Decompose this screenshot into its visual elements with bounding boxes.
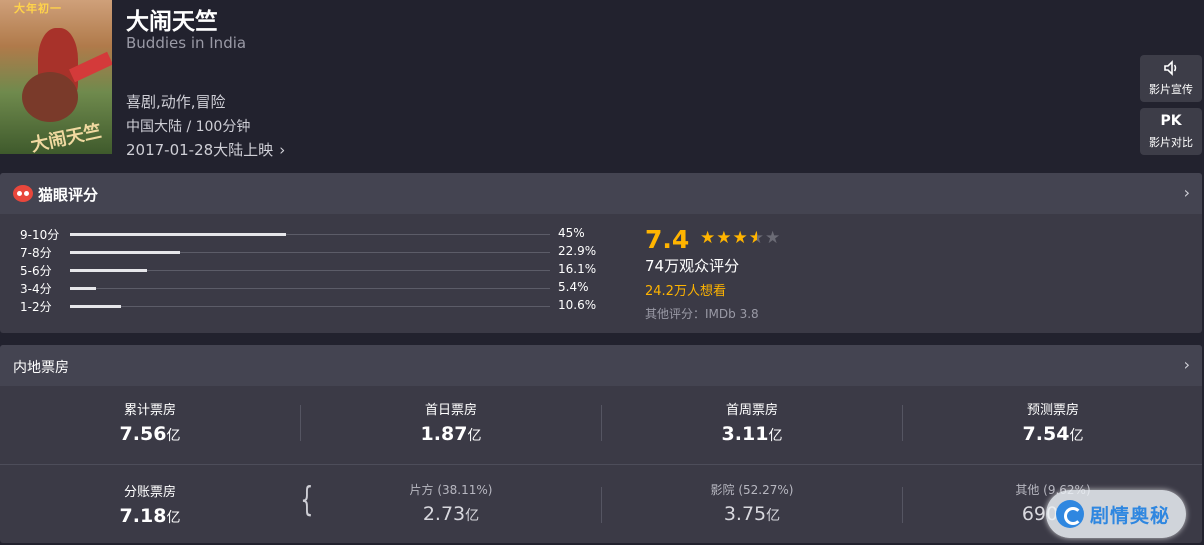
rating-distribution-row: 1-2分 10.6% <box>20 298 620 316</box>
rating-bar-fill <box>70 305 121 308</box>
box-office-panel: 内地票房 › 累计票房 7.56亿 首日票房 1.87亿 首周票房 3.11亿 … <box>0 345 1202 543</box>
box-office-value: 7.56亿 <box>119 423 181 445</box>
rating-title: 猫眼评分 <box>38 186 99 204</box>
chevron-right-icon: › <box>1183 355 1190 374</box>
movie-header: 大年初一 大闹天竺 大闹天竺 Buddies in India 喜剧,动作,冒险… <box>0 0 1204 168</box>
box-office-label: 预测票房 <box>1026 403 1079 418</box>
box-office-label: 累计票房 <box>123 403 176 418</box>
watermark-text: 剧情奥秘 <box>1090 505 1171 527</box>
rating-bar-fill <box>70 287 96 290</box>
box-office-value: 7.18亿 <box>119 505 181 527</box>
box-office-title: 内地票房 <box>13 360 69 376</box>
star-icon: ★ <box>700 228 717 248</box>
rating-percent: 16.1% <box>558 262 597 276</box>
wish-count: 24.2万人想看 <box>645 284 726 299</box>
release-date: 2017-01-28大陆上映 <box>126 141 274 159</box>
rating-bar-fill <box>70 251 180 254</box>
rating-bar-track <box>70 306 550 307</box>
box-office-value: 3.75亿 <box>723 503 781 525</box>
rating-bar-fill <box>70 233 286 236</box>
rating-bar-track <box>70 288 550 289</box>
rating-range-label: 9-10分 <box>20 228 60 242</box>
trailer-button[interactable]: 影片宣传 <box>1140 55 1202 102</box>
poster-caption: 大年初一 <box>14 2 62 15</box>
movie-region-duration: 中国大陆 / 100分钟 <box>126 119 251 135</box>
box-office-label: 分账票房 <box>123 485 176 500</box>
box-office-split-row: 分账票房 7.18亿 片方 (38.11%) 2.73亿 影院 (52.27%)… <box>0 464 1202 545</box>
box-office-label: 首日票房 <box>424 403 477 418</box>
rater-count: 74万观众评分 <box>645 257 740 275</box>
speaker-icon <box>1140 60 1202 78</box>
box-office-cell: 首周票房 3.11亿 <box>602 383 902 463</box>
watermark-logo-icon <box>1056 500 1084 528</box>
other-ratings: 其他评分：IMDb 3.8 <box>645 307 759 321</box>
rating-distribution-row: 3-4分 5.4% <box>20 280 620 298</box>
brace-icon: { <box>300 480 314 520</box>
rating-percent: 5.4% <box>558 280 589 294</box>
box-office-value: 7.54亿 <box>1022 423 1084 445</box>
rating-score: 7.4 <box>645 225 690 254</box>
rating-distribution-row: 7-8分 22.9% <box>20 244 620 262</box>
movie-genres: 喜剧,动作,冒险 <box>126 93 226 111</box>
chevron-right-icon: › <box>1183 183 1190 202</box>
star-half-icon: ★ <box>748 228 765 248</box>
rating-range-label: 5-6分 <box>20 264 52 278</box>
star-icon: ★ <box>716 228 733 248</box>
box-office-label: 片方 (38.11%) <box>409 483 493 497</box>
rating-range-label: 3-4分 <box>20 282 52 296</box>
watermark: 剧情奥秘 <box>1046 490 1186 538</box>
box-office-cell: 首日票房 1.87亿 <box>301 383 601 463</box>
rating-percent: 45% <box>558 226 585 240</box>
chevron-right-icon: › <box>279 141 286 159</box>
movie-poster[interactable]: 大年初一 大闹天竺 <box>0 0 112 154</box>
box-office-value: 2.73亿 <box>422 503 480 525</box>
rating-bar-fill <box>70 269 147 272</box>
rating-range-label: 7-8分 <box>20 246 52 260</box>
rating-distribution-row: 5-6分 16.1% <box>20 262 620 280</box>
star-empty-icon: ★ <box>765 228 782 248</box>
release-date-link[interactable]: 2017-01-28大陆上映 › <box>126 139 285 160</box>
poster-figure <box>22 72 78 122</box>
box-office-label: 影院 (52.27%) <box>710 483 794 497</box>
rating-stars: ★★★★★ <box>700 228 781 248</box>
box-office-summary-row: 累计票房 7.56亿 首日票房 1.87亿 首周票房 3.11亿 预测票房 7.… <box>0 383 1202 463</box>
box-office-cell: 片方 (38.11%) 2.73亿 <box>301 465 601 545</box>
box-office-cell: 累计票房 7.56亿 <box>0 383 300 463</box>
poster-logo: 大闹天竺 <box>28 120 104 154</box>
star-icon: ★ <box>732 228 749 248</box>
box-office-cell: 分账票房 7.18亿 <box>0 465 300 545</box>
box-office-value: 3.11亿 <box>721 423 783 445</box>
rating-percent: 22.9% <box>558 244 597 258</box>
rating-percent: 10.6% <box>558 298 597 312</box>
rating-range-label: 1-2分 <box>20 300 52 314</box>
rating-panel-header[interactable]: 猫眼评分 › <box>0 173 1202 214</box>
box-office-label: 首周票房 <box>725 403 778 418</box>
trailer-label: 影片宣传 <box>1149 83 1193 96</box>
box-office-value: 1.87亿 <box>420 423 482 445</box>
maoyan-cat-icon <box>13 185 33 202</box>
compare-label: 影片对比 <box>1149 136 1193 149</box>
pk-icon: PK <box>1160 113 1182 129</box>
movie-title-english: Buddies in India <box>126 34 247 52</box>
box-office-cell: 预测票房 7.54亿 <box>903 383 1203 463</box>
rating-distribution-row: 9-10分 45% <box>20 226 620 244</box>
box-office-cell: 影院 (52.27%) 3.75亿 <box>602 465 902 545</box>
box-office-header[interactable]: 内地票房 › <box>0 345 1202 386</box>
movie-title: 大闹天竺 <box>126 9 218 35</box>
compare-button[interactable]: PK 影片对比 <box>1140 108 1202 155</box>
